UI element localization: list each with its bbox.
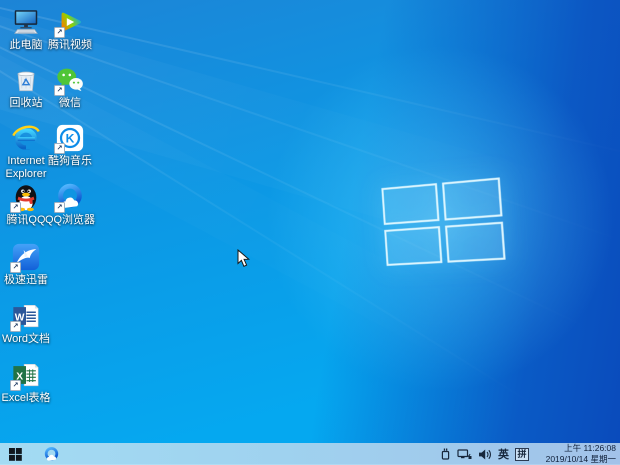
- ime-pinyin-indicator[interactable]: 拼: [515, 448, 529, 461]
- qq-browser-icon: [43, 446, 60, 463]
- windows-logo-pane: [384, 226, 442, 266]
- desktop-icon-label: 微信: [59, 97, 81, 110]
- qq-browser-icon: ↗: [55, 182, 85, 212]
- desktop-icon-label: 极速迅雷: [4, 274, 48, 287]
- tencent-qq-icon: ↗: [11, 182, 41, 212]
- desktop-icon-wechat[interactable]: ↗ 微信: [44, 65, 96, 110]
- tencent-video-icon: ↗: [55, 7, 85, 37]
- desktop-icon-label: 酷狗音乐: [48, 155, 92, 168]
- desktop-icon-word-doc[interactable]: W ↗ Word文档: [0, 301, 52, 346]
- usb-device-icon[interactable]: [440, 447, 451, 461]
- shortcut-arrow-icon: ↗: [54, 85, 65, 96]
- clock-time: 上午 11:26:08: [538, 443, 616, 454]
- shortcut-arrow-icon: ↗: [10, 202, 21, 213]
- system-tray: 英 拼 上午 11:26:08 2019/10/14 星期一: [440, 443, 620, 465]
- this-pc-icon: [11, 7, 41, 37]
- shortcut-arrow-icon: ↗: [54, 27, 65, 38]
- desktop[interactable]: 此电脑 ↗ 腾讯视频 回收站: [0, 0, 620, 465]
- taskbar-qq-browser-button[interactable]: [38, 443, 64, 465]
- clock-date: 2019/10/14 星期一: [538, 454, 616, 465]
- start-button[interactable]: [0, 443, 30, 465]
- shortcut-arrow-icon: ↗: [54, 143, 65, 154]
- desktop-icon-label: 腾讯QQ: [6, 214, 45, 227]
- shortcut-arrow-icon: ↗: [10, 262, 21, 273]
- windows-logo-pane: [441, 177, 502, 220]
- desktop-icon-label: Excel表格: [2, 392, 51, 405]
- shortcut-arrow-icon: ↗: [10, 321, 21, 332]
- shortcut-arrow-icon: ↗: [10, 380, 21, 391]
- desktop-icon-label: 腾讯视频: [48, 39, 92, 52]
- mouse-cursor-icon: [237, 249, 250, 273]
- network-icon[interactable]: [457, 448, 472, 461]
- desktop-icon-label: QQ浏览器: [45, 214, 95, 227]
- volume-icon[interactable]: [478, 448, 492, 461]
- desktop-icon-label: Word文档: [2, 333, 50, 346]
- desktop-icon-kugou-music[interactable]: K ↗ 酷狗音乐: [44, 123, 96, 168]
- taskbar-clock[interactable]: 上午 11:26:08 2019/10/14 星期一: [538, 443, 616, 464]
- windows-logo-wallpaper: [381, 177, 505, 266]
- desktop-icon-label: 此电脑: [10, 39, 43, 52]
- recycle-bin-icon: [11, 65, 41, 95]
- wechat-icon: ↗: [55, 65, 85, 95]
- ime-language-indicator[interactable]: 英: [498, 446, 509, 462]
- kugou-music-icon: K ↗: [55, 123, 85, 153]
- word-icon: W ↗: [11, 301, 41, 331]
- windows-logo-pane: [381, 183, 439, 224]
- thunder-bird-icon: ↗: [11, 242, 41, 272]
- windows-logo-pane: [444, 221, 505, 263]
- svg-text:K: K: [66, 132, 75, 146]
- desktop-icon-thunder-speed[interactable]: ↗ 极速迅雷: [0, 242, 52, 287]
- desktop-icon-label: 回收站: [10, 97, 43, 110]
- desktop-icon-qq-browser[interactable]: ↗ QQ浏览器: [44, 182, 96, 227]
- desktop-icon-tencent-video[interactable]: ↗ 腾讯视频: [44, 7, 96, 52]
- excel-icon: X ↗: [11, 360, 41, 390]
- taskbar: 英 拼 上午 11:26:08 2019/10/14 星期一: [0, 443, 620, 465]
- internet-explorer-icon: [11, 123, 41, 153]
- desktop-icon-excel-sheet[interactable]: X ↗ Excel表格: [0, 360, 52, 405]
- windows-start-icon: [9, 448, 22, 461]
- shortcut-arrow-icon: ↗: [54, 202, 65, 213]
